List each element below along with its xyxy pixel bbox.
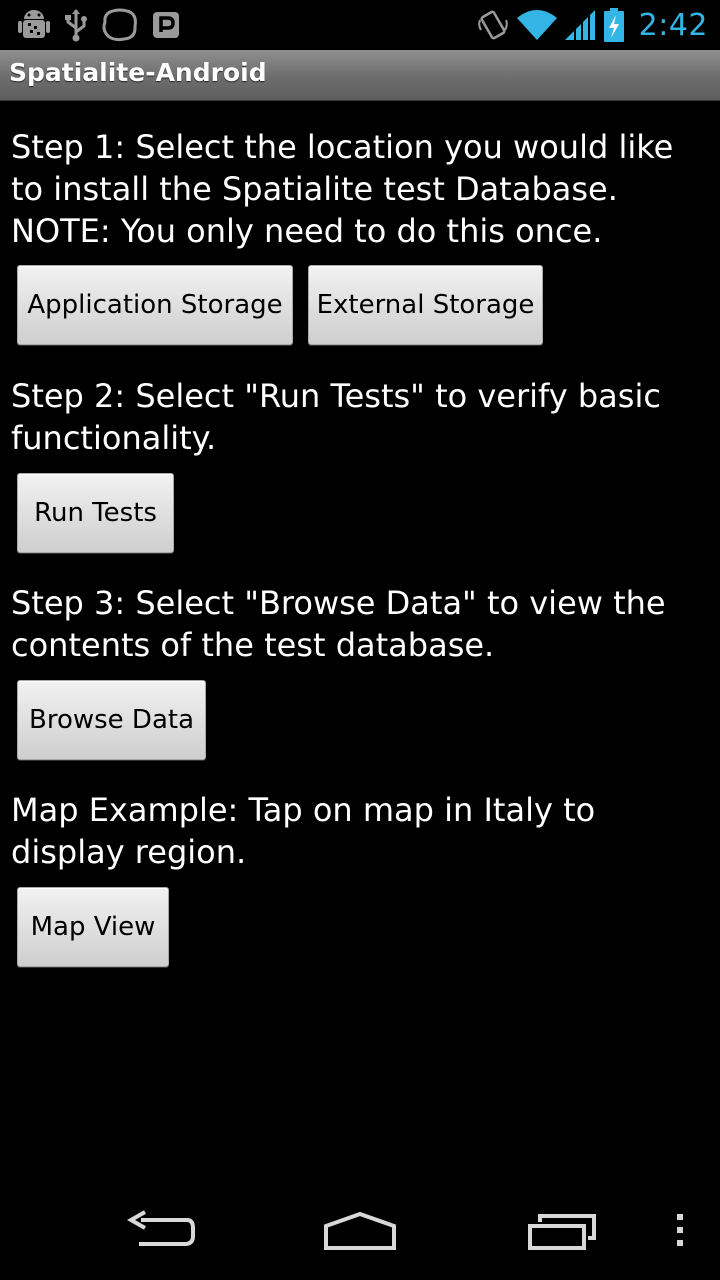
wifi-icon xyxy=(516,8,557,42)
step1-instructions: Step 1: Select the location you would li… xyxy=(11,128,674,250)
parking-p-icon xyxy=(152,10,180,40)
cell-signal-icon xyxy=(564,8,595,42)
step3-instructions: Step 3: Select "Browse Data" to view the… xyxy=(11,584,666,664)
menu-overflow-icon xyxy=(675,1212,685,1252)
app-title: Spatialite-Android xyxy=(9,58,267,87)
status-bar: 2:42 xyxy=(0,0,720,50)
browse-data-button[interactable]: Browse Data xyxy=(17,680,206,760)
back-button[interactable] xyxy=(118,1208,202,1256)
usb-icon xyxy=(64,8,88,42)
app-title-bar: Spatialite-Android xyxy=(0,50,720,101)
status-clock: 2:42 xyxy=(638,7,708,43)
back-icon xyxy=(125,1210,195,1254)
status-notification-icons xyxy=(18,6,180,44)
step2-instructions: Step 2: Select "Run Tests" to verify bas… xyxy=(11,377,661,457)
recent-apps-button[interactable] xyxy=(520,1208,604,1256)
recent-apps-icon xyxy=(526,1210,598,1254)
home-icon xyxy=(322,1210,398,1254)
external-storage-button[interactable]: External Storage xyxy=(308,265,543,345)
map-view-button[interactable]: Map View xyxy=(17,887,169,967)
application-storage-button[interactable]: Application Storage xyxy=(17,265,293,345)
run-tests-button[interactable]: Run Tests xyxy=(17,473,174,553)
status-system-icons: 2:42 xyxy=(477,6,708,44)
system-navigation-bar xyxy=(0,1184,720,1280)
android-debug-icon xyxy=(18,8,50,42)
battery-charging-icon xyxy=(603,7,625,43)
map-example-instructions: Map Example: Tap on map in Italy to disp… xyxy=(11,791,596,871)
notification-blob-icon xyxy=(102,8,138,42)
home-button[interactable] xyxy=(318,1208,402,1256)
vibrate-icon xyxy=(477,8,509,42)
menu-overflow-button[interactable] xyxy=(660,1208,700,1256)
